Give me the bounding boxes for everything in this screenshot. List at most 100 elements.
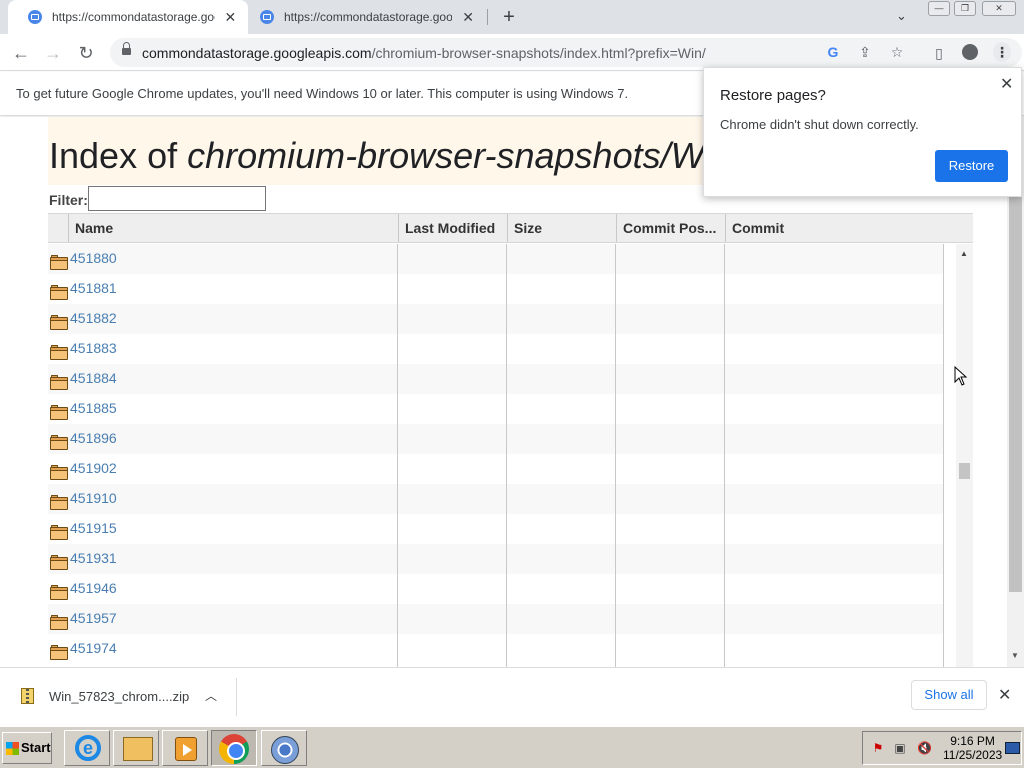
taskbar-chrome[interactable] — [211, 730, 257, 766]
taskbar-internet-explorer[interactable]: e — [64, 730, 110, 766]
windows-taskbar: Start e ⚑ ▣ 🔇 9:16 PM 11/25/2023 — [0, 726, 1024, 768]
folder-link[interactable]: 451974 — [70, 640, 117, 656]
back-arrow-icon[interactable]: ← — [10, 42, 32, 64]
close-icon[interactable]: ✕ — [998, 685, 1011, 705]
column-header-size[interactable]: Size — [507, 214, 616, 242]
folder-icon — [50, 405, 68, 420]
google-lens-icon[interactable]: G — [824, 43, 842, 61]
folder-link[interactable]: 451883 — [70, 340, 117, 356]
table-row: 451915 — [48, 514, 944, 544]
bookmark-star-icon[interactable]: ☆ — [888, 43, 906, 61]
dialog-title: Restore pages? — [720, 87, 826, 104]
url-text[interactable]: commondatastorage.googleapis.com/chromiu… — [142, 45, 706, 61]
table-scrollbar[interactable]: ▲ — [956, 244, 973, 667]
page-scrollbar[interactable]: ▼ — [1007, 117, 1024, 667]
tab-strip: https://commondatastorage.goo ✕ https://… — [0, 0, 1024, 34]
scroll-up-arrow-icon[interactable]: ▲ — [960, 249, 968, 258]
folder-link[interactable]: 451910 — [70, 490, 117, 506]
close-tab-icon[interactable]: ✕ — [223, 9, 238, 26]
folder-icon — [50, 345, 68, 360]
system-tray: ⚑ ▣ 🔇 9:16 PM 11/25/2023 — [862, 731, 1022, 765]
folder-link[interactable]: 451882 — [70, 310, 117, 326]
restore-window-button[interactable]: ❐ — [954, 1, 976, 16]
show-desktop-icon[interactable] — [1005, 742, 1020, 754]
taskbar-media-player[interactable] — [162, 730, 208, 766]
table-row: 451881 — [48, 274, 944, 304]
table-row: 451974 — [48, 634, 944, 664]
page-scrollbar-thumb[interactable] — [1009, 197, 1022, 592]
table-row: 451884 — [48, 364, 944, 394]
start-button[interactable]: Start — [2, 732, 52, 764]
table-row: 451946 — [48, 574, 944, 604]
close-tab-icon[interactable]: ✕ — [460, 9, 476, 26]
tab-1[interactable]: https://commondatastorage.goo ✕ — [8, 0, 248, 34]
folder-link[interactable]: 451902 — [70, 460, 117, 476]
folder-icon — [50, 495, 68, 510]
folder-link[interactable]: 451884 — [70, 370, 117, 386]
folder-link[interactable]: 451946 — [70, 580, 117, 596]
tab-separator — [487, 9, 488, 25]
column-header-commit-position[interactable]: Commit Pos... — [616, 214, 725, 242]
close-icon[interactable]: ✕ — [1000, 74, 1013, 94]
address-bar[interactable]: commondatastorage.googleapis.com/chromiu… — [110, 38, 1022, 67]
column-header-name[interactable]: Name — [68, 214, 398, 242]
media-player-icon — [175, 737, 197, 761]
download-file-name[interactable]: Win_57823_chrom....zip — [49, 689, 189, 704]
file-list: 451880 451881 451882 451883 451884 451885 4518… — [48, 244, 944, 667]
table-row: 451902 — [48, 454, 944, 484]
chromium-icon — [271, 736, 299, 764]
new-tab-button[interactable]: + — [498, 6, 520, 28]
side-panel-icon[interactable]: ▯ — [928, 42, 950, 64]
site-favicon-icon — [260, 10, 274, 24]
folder-link[interactable]: 451880 — [70, 250, 117, 266]
table-row: 451883 — [48, 334, 944, 364]
taskbar-file-explorer[interactable] — [113, 730, 159, 766]
forward-arrow-icon[interactable]: → — [42, 42, 64, 64]
dialog-message: Chrome didn't shut down correctly. — [720, 117, 919, 132]
column-header-last-modified[interactable]: Last Modified — [398, 214, 507, 242]
folder-icon — [50, 255, 68, 270]
tab-search-chevron-icon[interactable]: ⌄ — [896, 8, 907, 24]
browser-toolbar: ← → ↻ commondatastorage.googleapis.com/c… — [0, 34, 1024, 71]
folder-link[interactable]: 451931 — [70, 550, 117, 566]
profile-avatar-icon[interactable] — [962, 44, 978, 60]
column-divider — [506, 244, 507, 667]
clock[interactable]: 9:16 PM 11/25/2023 — [943, 734, 1002, 762]
column-divider — [615, 244, 616, 667]
folder-link[interactable]: 451915 — [70, 520, 117, 536]
column-divider — [397, 244, 398, 667]
chevron-up-icon[interactable]: ︿ — [205, 687, 217, 704]
scroll-down-arrow-icon[interactable]: ▼ — [1011, 651, 1019, 660]
share-icon[interactable]: ⇪ — [856, 43, 874, 61]
taskbar-chromium[interactable] — [261, 730, 307, 766]
action-center-flag-icon[interactable]: ⚑ — [871, 741, 885, 755]
folder-link[interactable]: 451881 — [70, 280, 117, 296]
table-row: 451896 — [48, 424, 944, 454]
folder-link[interactable]: 451896 — [70, 430, 117, 446]
folder-icon — [50, 285, 68, 300]
close-window-button[interactable]: ✕ — [982, 1, 1016, 16]
folder-icon — [50, 525, 68, 540]
filter-input[interactable] — [88, 186, 266, 211]
download-shelf: Win_57823_chrom....zip ︿ Show all ✕ — [0, 667, 1024, 725]
minimize-button[interactable]: — — [928, 1, 950, 16]
folder-link[interactable]: 451885 — [70, 400, 117, 416]
reload-icon[interactable]: ↻ — [75, 42, 97, 64]
show-all-button[interactable]: Show all — [911, 680, 987, 710]
tab-title: https://commondatastorage.goo — [52, 10, 215, 24]
volume-muted-icon[interactable]: 🔇 — [917, 741, 932, 755]
chrome-icon — [219, 734, 249, 764]
folder-link[interactable]: 451957 — [70, 610, 117, 626]
restore-button[interactable]: Restore — [935, 150, 1008, 182]
network-icon[interactable]: ▣ — [893, 741, 907, 755]
tab-2[interactable]: https://commondatastorage.goo ✕ — [240, 0, 486, 34]
column-header-commit[interactable]: Commit — [725, 214, 945, 242]
lock-icon[interactable] — [122, 42, 131, 57]
infobar-message: To get future Google Chrome updates, you… — [16, 86, 629, 101]
folder-icon — [50, 615, 68, 630]
site-favicon-icon — [28, 10, 42, 24]
table-row: 451931 — [48, 544, 944, 574]
menu-dots-icon[interactable]: ⋮ — [993, 42, 1011, 62]
table-row: 451882 — [48, 304, 944, 334]
table-scrollbar-thumb[interactable] — [959, 463, 970, 479]
